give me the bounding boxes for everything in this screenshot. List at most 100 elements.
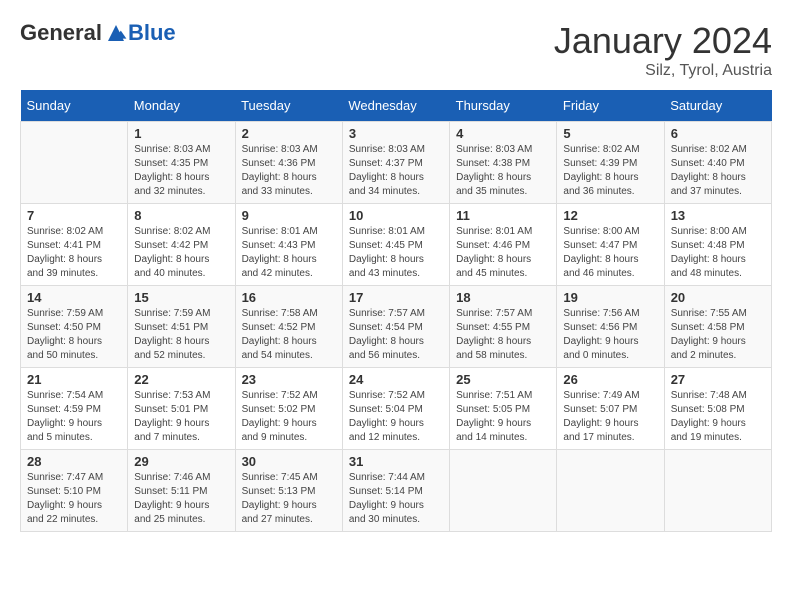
calendar-day-cell: 13Sunrise: 8:00 AM Sunset: 4:48 PM Dayli…: [664, 204, 771, 286]
logo-general: General: [20, 20, 102, 46]
page-header: General Blue January 2024 Silz, Tyrol, A…: [20, 20, 772, 80]
day-info: Sunrise: 8:00 AM Sunset: 4:48 PM Dayligh…: [671, 225, 765, 281]
day-number: 23: [242, 372, 336, 387]
day-info: Sunrise: 8:02 AM Sunset: 4:41 PM Dayligh…: [27, 225, 121, 281]
day-number: 18: [456, 290, 550, 305]
day-info: Sunrise: 8:03 AM Sunset: 4:37 PM Dayligh…: [349, 143, 443, 199]
calendar-day-cell: 12 Sunrise: 8:00 AM Sunset: 4:47 PM Dayli…: [557, 204, 664, 286]
logo: General Blue: [20, 20, 176, 46]
day-number: 11: [456, 208, 550, 223]
calendar-day-cell: 15 Sunrise: 7:59 AM Sunset: 4:51 PM Dayli…: [128, 286, 235, 368]
day-of-week-header: Friday: [557, 90, 664, 122]
calendar-header-row: SundayMondayTuesdayWednesdayThursdayFrid…: [21, 90, 772, 122]
calendar-week-row: 28 Sunrise: 7:47 AM Sunset: 5:10 PM Dayli…: [21, 450, 772, 532]
calendar-day-cell: 20 Sunrise: 7:55 AM Sunset: 4:58 PM Dayli…: [664, 286, 771, 368]
day-of-week-header: Saturday: [664, 90, 771, 122]
calendar-week-row: 14 Sunrise: 7:59 AM Sunset: 4:50 PM Dayli…: [21, 286, 772, 368]
day-info: Sunrise: 7:49 AM Sunset: 5:07 PM Dayligh…: [563, 389, 657, 445]
day-info: Sunrise: 7:53 AM Sunset: 5:01 PM Dayligh…: [134, 389, 228, 445]
day-info: Sunrise: 7:57 AM Sunset: 4:54 PM Dayligh…: [349, 307, 443, 363]
calendar-day-cell: 11Sunrise: 8:01 AM Sunset: 4:46 PM Dayli…: [450, 204, 557, 286]
day-info: Sunrise: 7:51 AM Sunset: 5:05 PM Dayligh…: [456, 389, 550, 445]
calendar-day-cell: 25 Sunrise: 7:51 AM Sunset: 5:05 PM Dayli…: [450, 368, 557, 450]
month-title: January 2024: [554, 20, 772, 62]
day-number: 4: [456, 126, 550, 141]
day-number: 8: [134, 208, 228, 223]
calendar-day-cell: 18 Sunrise: 7:57 AM Sunset: 4:55 PM Dayli…: [450, 286, 557, 368]
day-info: Sunrise: 8:00 AM Sunset: 4:47 PM Dayligh…: [563, 225, 657, 281]
day-number: 22: [134, 372, 228, 387]
day-info: Sunrise: 7:55 AM Sunset: 4:58 PM Dayligh…: [671, 307, 765, 363]
day-number: 31: [349, 454, 443, 469]
calendar-day-cell: 1 Sunrise: 8:03 AM Sunset: 4:35 PM Daylig…: [128, 122, 235, 204]
calendar-day-cell: 10Sunrise: 8:01 AM Sunset: 4:45 PM Dayli…: [342, 204, 449, 286]
day-info: Sunrise: 8:03 AM Sunset: 4:36 PM Dayligh…: [242, 143, 336, 199]
day-info: Sunrise: 7:45 AM Sunset: 5:13 PM Dayligh…: [242, 471, 336, 527]
calendar-day-cell: 24 Sunrise: 7:52 AM Sunset: 5:04 PM Dayli…: [342, 368, 449, 450]
day-info: Sunrise: 7:52 AM Sunset: 5:04 PM Dayligh…: [349, 389, 443, 445]
calendar-day-cell: 5 Sunrise: 8:02 AM Sunset: 4:39 PM Daylig…: [557, 122, 664, 204]
day-number: 17: [349, 290, 443, 305]
day-number: 20: [671, 290, 765, 305]
location: Silz, Tyrol, Austria: [554, 62, 772, 80]
day-number: 19: [563, 290, 657, 305]
calendar-week-row: 21Sunrise: 7:54 AM Sunset: 4:59 PM Dayli…: [21, 368, 772, 450]
day-info: Sunrise: 7:59 AM Sunset: 4:51 PM Dayligh…: [134, 307, 228, 363]
day-of-week-header: Tuesday: [235, 90, 342, 122]
day-info: Sunrise: 7:57 AM Sunset: 4:55 PM Dayligh…: [456, 307, 550, 363]
calendar-day-cell: 16Sunrise: 7:58 AM Sunset: 4:52 PM Dayli…: [235, 286, 342, 368]
calendar-day-cell: [450, 450, 557, 532]
calendar-day-cell: 19 Sunrise: 7:56 AM Sunset: 4:56 PM Dayli…: [557, 286, 664, 368]
calendar-day-cell: 6Sunrise: 8:02 AM Sunset: 4:40 PM Daylig…: [664, 122, 771, 204]
calendar-day-cell: 7Sunrise: 8:02 AM Sunset: 4:41 PM Daylig…: [21, 204, 128, 286]
calendar-day-cell: 4Sunrise: 8:03 AM Sunset: 4:38 PM Daylig…: [450, 122, 557, 204]
calendar-week-row: 7Sunrise: 8:02 AM Sunset: 4:41 PM Daylig…: [21, 204, 772, 286]
calendar-day-cell: 2Sunrise: 8:03 AM Sunset: 4:36 PM Daylig…: [235, 122, 342, 204]
calendar-day-cell: [21, 122, 128, 204]
day-info: Sunrise: 7:54 AM Sunset: 4:59 PM Dayligh…: [27, 389, 121, 445]
calendar-day-cell: 29 Sunrise: 7:46 AM Sunset: 5:11 PM Dayli…: [128, 450, 235, 532]
day-info: Sunrise: 8:03 AM Sunset: 4:35 PM Dayligh…: [134, 143, 228, 199]
day-info: Sunrise: 7:58 AM Sunset: 4:52 PM Dayligh…: [242, 307, 336, 363]
calendar-day-cell: [664, 450, 771, 532]
logo-icon: [104, 21, 128, 45]
title-section: January 2024 Silz, Tyrol, Austria: [554, 20, 772, 80]
day-number: 12: [563, 208, 657, 223]
day-of-week-header: Wednesday: [342, 90, 449, 122]
day-number: 24: [349, 372, 443, 387]
day-number: 28: [27, 454, 121, 469]
calendar-day-cell: 30Sunrise: 7:45 AM Sunset: 5:13 PM Dayli…: [235, 450, 342, 532]
calendar-day-cell: 31 Sunrise: 7:44 AM Sunset: 5:14 PM Dayli…: [342, 450, 449, 532]
day-info: Sunrise: 7:44 AM Sunset: 5:14 PM Dayligh…: [349, 471, 443, 527]
day-number: 25: [456, 372, 550, 387]
day-of-week-header: Thursday: [450, 90, 557, 122]
day-info: Sunrise: 7:52 AM Sunset: 5:02 PM Dayligh…: [242, 389, 336, 445]
calendar-day-cell: 22 Sunrise: 7:53 AM Sunset: 5:01 PM Dayli…: [128, 368, 235, 450]
day-number: 14: [27, 290, 121, 305]
day-number: 15: [134, 290, 228, 305]
calendar-day-cell: 9 Sunrise: 8:01 AM Sunset: 4:43 PM Daylig…: [235, 204, 342, 286]
calendar-day-cell: 27Sunrise: 7:48 AM Sunset: 5:08 PM Dayli…: [664, 368, 771, 450]
day-number: 3: [349, 126, 443, 141]
calendar-day-cell: 21Sunrise: 7:54 AM Sunset: 4:59 PM Dayli…: [21, 368, 128, 450]
calendar-day-cell: 8 Sunrise: 8:02 AM Sunset: 4:42 PM Daylig…: [128, 204, 235, 286]
day-info: Sunrise: 7:46 AM Sunset: 5:11 PM Dayligh…: [134, 471, 228, 527]
day-number: 5: [563, 126, 657, 141]
day-info: Sunrise: 8:02 AM Sunset: 4:39 PM Dayligh…: [563, 143, 657, 199]
calendar-day-cell: 26Sunrise: 7:49 AM Sunset: 5:07 PM Dayli…: [557, 368, 664, 450]
day-number: 9: [242, 208, 336, 223]
calendar-table: SundayMondayTuesdayWednesdayThursdayFrid…: [20, 90, 772, 532]
day-info: Sunrise: 7:59 AM Sunset: 4:50 PM Dayligh…: [27, 307, 121, 363]
day-info: Sunrise: 7:48 AM Sunset: 5:08 PM Dayligh…: [671, 389, 765, 445]
day-info: Sunrise: 8:01 AM Sunset: 4:43 PM Dayligh…: [242, 225, 336, 281]
day-of-week-header: Monday: [128, 90, 235, 122]
day-info: Sunrise: 7:47 AM Sunset: 5:10 PM Dayligh…: [27, 471, 121, 527]
calendar-day-cell: [557, 450, 664, 532]
day-info: Sunrise: 8:02 AM Sunset: 4:42 PM Dayligh…: [134, 225, 228, 281]
day-info: Sunrise: 7:56 AM Sunset: 4:56 PM Dayligh…: [563, 307, 657, 363]
day-of-week-header: Sunday: [21, 90, 128, 122]
day-number: 29: [134, 454, 228, 469]
calendar-day-cell: 3 Sunrise: 8:03 AM Sunset: 4:37 PM Daylig…: [342, 122, 449, 204]
day-info: Sunrise: 8:01 AM Sunset: 4:45 PM Dayligh…: [349, 225, 443, 281]
day-number: 1: [134, 126, 228, 141]
